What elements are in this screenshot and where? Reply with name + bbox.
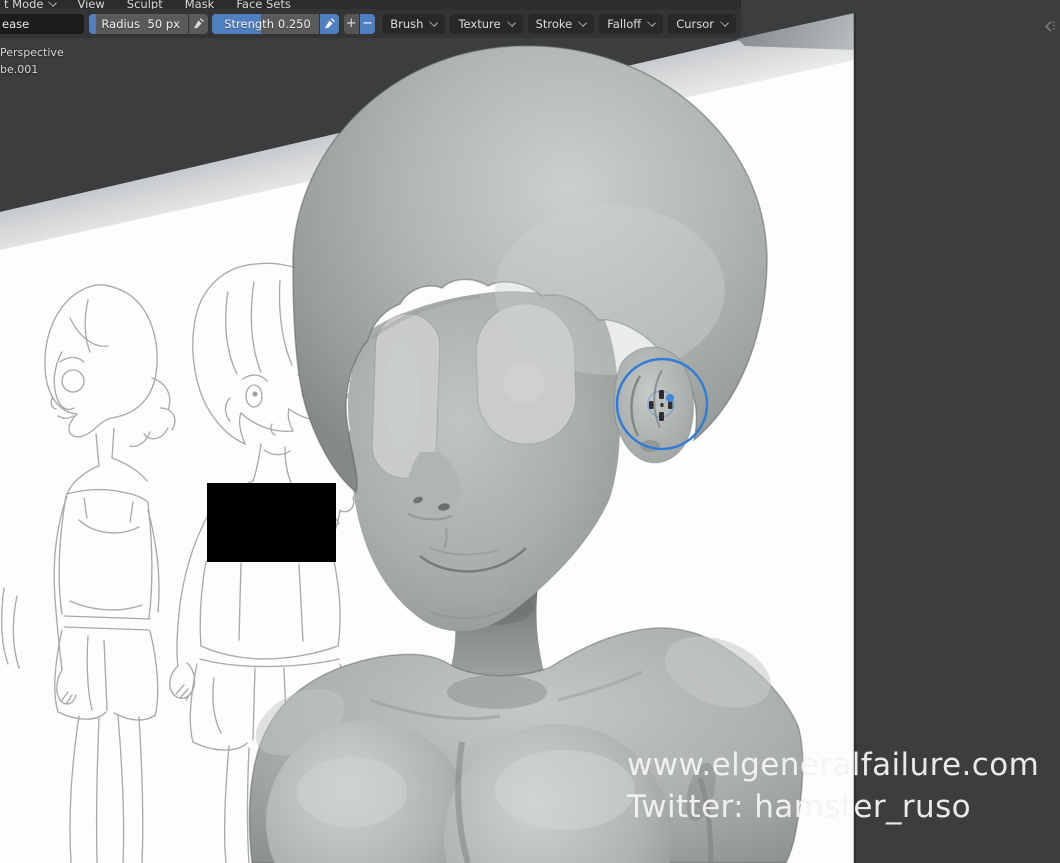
mode-label: t Mode: [4, 0, 44, 9]
tool-settings-bar: ease Radius 50 px Strength 0.250 + − Bru…: [0, 9, 741, 38]
menu-sculpt[interactable]: Sculpt: [116, 0, 174, 9]
radius-pressure-button[interactable]: [188, 13, 208, 34]
stroke-dropdown-label: Stroke: [535, 16, 573, 31]
cursor-dropdown-label: Cursor: [676, 16, 715, 31]
brush-dropdown-label: Brush: [390, 16, 424, 31]
chevron-down-icon: [47, 0, 57, 7]
chevron-down-icon: [720, 17, 729, 27]
mode-selector[interactable]: t Mode: [0, 0, 67, 9]
stylus-pressure-icon: [325, 17, 335, 28]
strength-value: 0.250: [277, 16, 311, 31]
falloff-dropdown-label: Falloff: [607, 16, 642, 31]
cursor-dot: [666, 394, 674, 402]
viewport-overlay-text: Perspective be.001: [0, 44, 64, 78]
menu-view[interactable]: View: [67, 0, 116, 9]
watermark-line1: www.elgeneralfailure.com: [627, 747, 1040, 783]
radius-slider[interactable]: Radius 50 px: [89, 13, 188, 34]
menu-face-sets[interactable]: Face Sets: [225, 0, 302, 9]
chevron-down-icon: [506, 17, 516, 27]
stroke-dropdown[interactable]: Stroke: [527, 13, 595, 34]
top-menu-bar: t Mode View Sculpt Mask Face Sets: [0, 0, 741, 9]
strength-label: Strength: [224, 16, 274, 31]
radius-slider-fill: [89, 13, 97, 34]
chevron-down-icon: [578, 17, 588, 27]
brush-name-field[interactable]: ease: [0, 13, 85, 34]
cursor-dropdown[interactable]: Cursor: [668, 13, 737, 34]
watermark: www.elgeneralfailure.com Twitter: hamste…: [627, 744, 1039, 828]
texture-dropdown-label: Texture: [458, 16, 501, 31]
direction-add-button[interactable]: +: [343, 13, 359, 34]
object-name-label: be.001: [0, 63, 39, 76]
falloff-dropdown[interactable]: Falloff: [599, 13, 664, 34]
stylus-pressure-icon: [194, 17, 205, 28]
view-name-label: Perspective: [0, 46, 64, 59]
viewport-3d[interactable]: [0, 0, 1060, 863]
strength-slider[interactable]: Strength 0.250: [212, 13, 319, 34]
chevron-down-icon: [647, 17, 657, 27]
censor-bar: [207, 483, 336, 562]
radius-value: 50 px: [147, 16, 180, 31]
hidden-panel-arrow-icon[interactable]: [1042, 19, 1060, 34]
watermark-line2: Twitter: hamster_ruso: [627, 789, 972, 825]
radius-label: Radius: [101, 16, 140, 31]
menu-mask[interactable]: Mask: [174, 0, 226, 9]
chevron-down-icon: [429, 17, 439, 27]
strength-pressure-button[interactable]: [319, 13, 339, 34]
direction-subtract-button[interactable]: −: [359, 13, 376, 34]
texture-dropdown[interactable]: Texture: [450, 13, 523, 34]
brush-dropdown[interactable]: Brush: [382, 13, 446, 34]
